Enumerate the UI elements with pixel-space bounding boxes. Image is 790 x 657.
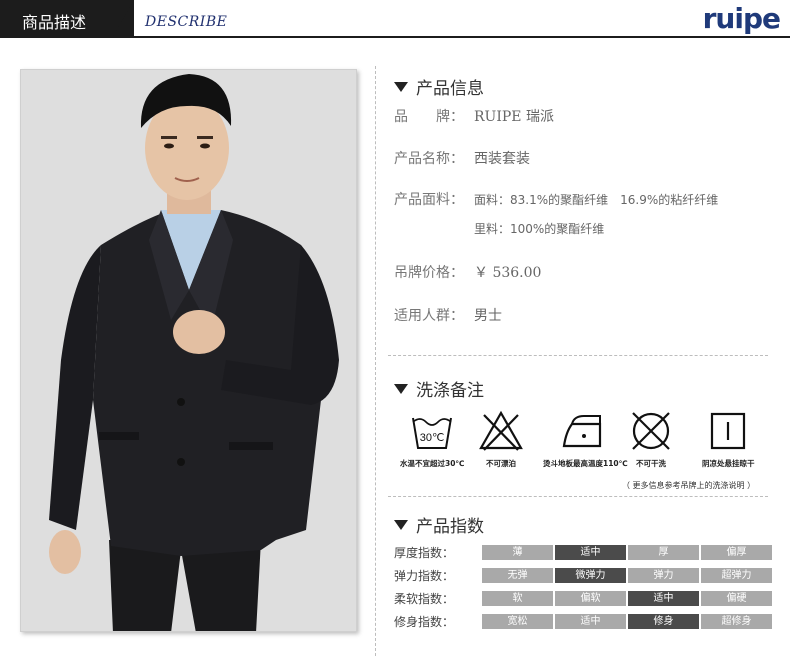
product-info-title: 产品信息: [394, 74, 484, 99]
index-row-elasticity: 弹力指数： 无弹 微弹力 弹力 超弹力: [394, 568, 772, 583]
info-row-name: 产品名称： 西装套装: [394, 148, 530, 168]
info-label: 产品名称：: [394, 151, 464, 167]
index-scale: 软 偏软 适中 偏硬: [482, 591, 772, 606]
wash-temp-label: 30℃: [420, 432, 445, 444]
index-option: 软: [482, 591, 553, 606]
index-row-softness: 柔软指数： 软 偏软 适中 偏硬: [394, 591, 772, 606]
info-label: 吊牌价格：: [394, 265, 464, 281]
index-option: 弹力: [628, 568, 699, 583]
info-label: 适用人群：: [394, 308, 464, 324]
index-label: 弹力指数：: [394, 569, 455, 583]
index-row-fit: 修身指数： 宽松 适中 修身 超修身: [394, 614, 772, 629]
header-tab-title: 商品描述: [22, 13, 87, 32]
iron-icon: [563, 415, 602, 448]
index-option: 偏厚: [701, 545, 772, 560]
info-row-lining: 里料：100%的聚酯纤维: [394, 220, 604, 237]
no-bleach-icon: [479, 410, 523, 451]
index-option-selected: 适中: [628, 591, 699, 606]
triangle-down-icon: [394, 383, 408, 394]
info-row-brand: 品 牌： RUIPE 瑞派: [394, 106, 554, 126]
info-value: 男士: [474, 308, 502, 324]
index-option: 偏硬: [701, 591, 772, 606]
wash-30-icon: 30℃: [412, 417, 453, 449]
header-subtitle: DESCRIBE: [145, 14, 228, 30]
indices-section-title: 产品指数: [394, 512, 484, 537]
index-option-selected: 修身: [628, 614, 699, 629]
care-item-dryclean: 不可干洗: [628, 410, 674, 469]
info-row-fabric: 产品面料： 面料：83.1%的聚酯纤维 16.9%的粘纤纤维: [394, 189, 718, 209]
care-caption: 不可干洗: [636, 459, 666, 468]
index-scale: 宽松 适中 修身 超修身: [482, 614, 772, 629]
index-option-selected: 微弹力: [555, 568, 626, 583]
info-label: 产品面料：: [394, 192, 464, 208]
product-photo: [20, 69, 357, 632]
index-scale: 薄 适中 厚 偏厚: [482, 545, 772, 560]
hang-dry-icon: [711, 412, 746, 450]
index-option: 超弹力: [701, 568, 772, 583]
section-divider-2: [388, 496, 768, 497]
index-label: 厚度指数：: [394, 546, 455, 560]
care-section-title-text: 洗涤备注: [416, 381, 484, 401]
care-caption: 烫斗地板最高温度110℃: [543, 459, 628, 468]
care-note: （ 更多信息参考吊牌上的洗涤说明 ）: [622, 481, 756, 490]
index-option: 厚: [628, 545, 699, 560]
product-info-title-text: 产品信息: [416, 79, 484, 99]
index-option: 超修身: [701, 614, 772, 629]
care-item-wash: 30℃ 水温不宜超过30℃: [400, 410, 465, 469]
care-caption: 水温不宜超过30℃: [400, 459, 465, 468]
index-option: 无弹: [482, 568, 553, 583]
model-figure-illustration: [21, 70, 356, 631]
brand-logo: ruipe: [702, 2, 781, 35]
care-item-iron: 烫斗地板最高温度110℃: [543, 410, 628, 469]
care-caption: 不可漂泊: [486, 459, 516, 468]
index-option: 薄: [482, 545, 553, 560]
care-item-bleach: 不可漂泊: [478, 410, 524, 469]
info-row-price: 吊牌价格： ￥ 536.00: [394, 262, 541, 282]
index-option-selected: 适中: [555, 545, 626, 560]
indices-section-title-text: 产品指数: [416, 517, 484, 537]
section-divider-1: [388, 355, 768, 356]
vertical-divider: [375, 66, 376, 656]
index-label: 柔软指数：: [394, 592, 455, 606]
care-caption: 阴凉处悬挂晾干: [702, 459, 755, 468]
info-value: 面料：83.1%的聚酯纤维 16.9%的粘纤纤维: [474, 193, 719, 207]
index-row-thickness: 厚度指数： 薄 适中 厚 偏厚: [394, 545, 772, 560]
info-label: 品 牌：: [394, 109, 464, 125]
info-value: 西装套装: [474, 151, 530, 167]
care-section-title: 洗涤备注: [394, 376, 484, 401]
header-tab-wedge: [112, 0, 134, 38]
index-option: 偏软: [555, 591, 626, 606]
info-value: 里料：100%的聚酯纤维: [474, 222, 605, 236]
info-value: ￥ 536.00: [474, 265, 542, 281]
no-wash-icon: [632, 412, 670, 450]
index-scale: 无弹 微弹力 弹力 超弹力: [482, 568, 772, 583]
info-value: RUIPE 瑞派: [474, 109, 554, 125]
triangle-down-icon: [394, 81, 408, 92]
index-label: 修身指数：: [394, 615, 455, 629]
care-item-dry: 阴凉处悬挂晾干: [702, 410, 755, 469]
index-option: 宽松: [482, 614, 553, 629]
info-row-audience: 适用人群： 男士: [394, 305, 502, 325]
triangle-down-icon: [394, 519, 408, 530]
index-option: 适中: [555, 614, 626, 629]
header-divider: [0, 36, 790, 38]
